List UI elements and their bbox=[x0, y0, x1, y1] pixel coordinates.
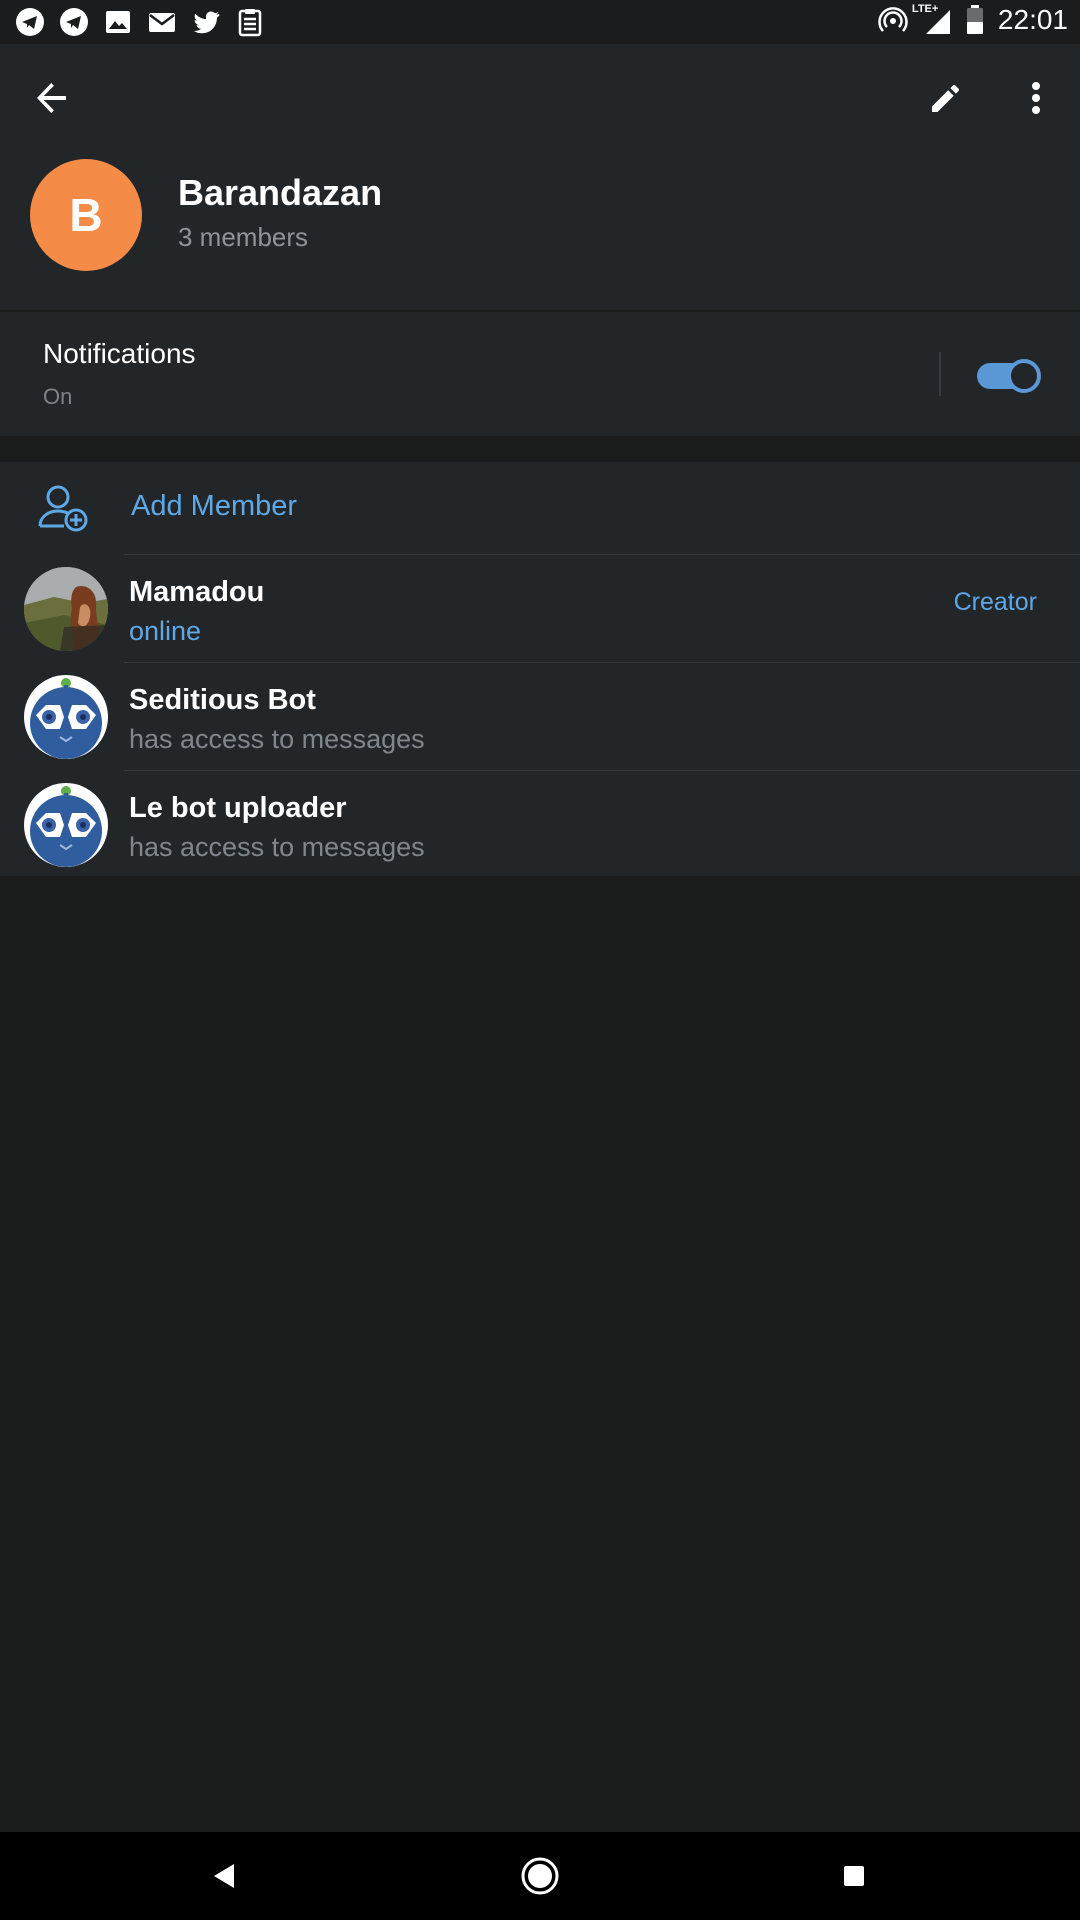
divider bbox=[124, 554, 1080, 555]
member-status: online bbox=[129, 616, 202, 646]
group-avatar-letter: B bbox=[69, 189, 103, 241]
image-icon bbox=[106, 11, 130, 33]
member-role-badge: Creator bbox=[953, 588, 1037, 616]
avatar bbox=[24, 675, 108, 759]
avatar bbox=[24, 567, 108, 651]
arrow-back-icon[interactable] bbox=[28, 74, 76, 122]
member-count: 3 members bbox=[178, 222, 309, 252]
nav-home-icon[interactable] bbox=[518, 1854, 562, 1898]
avatar bbox=[24, 783, 108, 867]
pencil-icon[interactable] bbox=[922, 74, 970, 122]
group-name: Barandazan bbox=[178, 172, 383, 213]
member-row-mamadou[interactable]: Mamadou online Creator bbox=[0, 554, 1080, 662]
more-vert-icon[interactable] bbox=[1012, 74, 1060, 122]
member-status: has access to messages bbox=[129, 724, 425, 754]
telegram-icon bbox=[60, 8, 88, 36]
divider bbox=[939, 352, 941, 396]
clock: 22:01 bbox=[997, 4, 1068, 35]
divider bbox=[124, 770, 1080, 771]
toggle-knob bbox=[1007, 359, 1041, 393]
telegram-icon bbox=[16, 8, 44, 36]
bot-avatar-icon bbox=[24, 783, 108, 867]
add-member-button[interactable]: Add Member bbox=[0, 462, 1080, 554]
status-bar: LTE+ 22:01 bbox=[0, 0, 1080, 44]
battery-icon bbox=[966, 5, 983, 34]
group-header: B Barandazan 3 members bbox=[0, 44, 1080, 310]
nav-recents-icon[interactable] bbox=[832, 1854, 876, 1898]
member-row-le-bot-uploader[interactable]: Le bot uploader has access to messages bbox=[0, 770, 1080, 878]
member-name: Le bot uploader bbox=[129, 792, 347, 824]
clipboard-icon bbox=[238, 9, 262, 37]
group-avatar[interactable]: B bbox=[30, 159, 142, 271]
photo-avatar-image bbox=[24, 567, 108, 651]
notifications-title: Notifications bbox=[43, 338, 196, 369]
divider bbox=[124, 662, 1080, 663]
notifications-toggle[interactable] bbox=[977, 359, 1041, 393]
add-member-label: Add Member bbox=[131, 490, 298, 522]
network-type-label: LTE+ bbox=[911, 3, 939, 15]
mail-icon bbox=[149, 13, 175, 32]
hotspot-icon bbox=[878, 7, 908, 32]
notifications-value: On bbox=[43, 384, 73, 409]
nav-back-icon[interactable] bbox=[202, 1854, 246, 1898]
member-name: Seditious Bot bbox=[129, 684, 316, 716]
members-section: Add Member Mamadou online Creator Sediti… bbox=[0, 462, 1080, 876]
navigation-bar bbox=[0, 1832, 1080, 1920]
member-row-seditious-bot[interactable]: Seditious Bot has access to messages bbox=[0, 662, 1080, 770]
status-icons: LTE+ 22:01 bbox=[878, 3, 1068, 36]
bot-avatar-icon bbox=[24, 675, 108, 759]
signal-lte-icon: LTE+ bbox=[912, 3, 952, 35]
add-user-icon bbox=[38, 485, 88, 532]
member-name: Mamadou bbox=[129, 576, 265, 608]
notification-icons bbox=[14, 6, 266, 38]
notifications-row[interactable]: Notifications On bbox=[0, 312, 1080, 436]
member-status: has access to messages bbox=[129, 832, 425, 862]
twitter-icon bbox=[194, 11, 220, 34]
